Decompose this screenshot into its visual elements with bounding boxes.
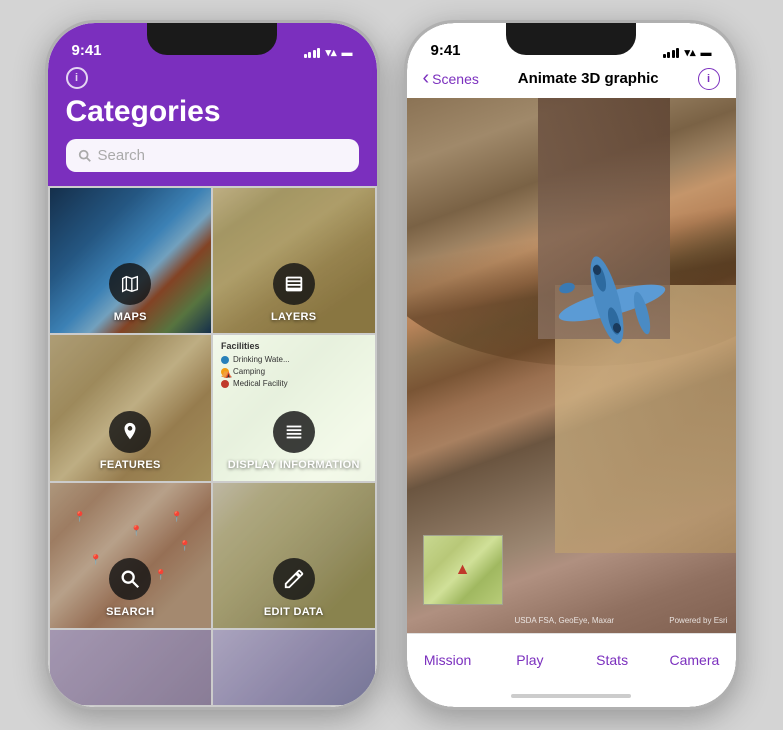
time-right: 9:41	[431, 42, 461, 59]
editdata-icon-wrap	[273, 558, 315, 600]
3d-map-area[interactable]: ▲ USDA FSA, GeoEye, Maxar Powered by Esr…	[407, 98, 736, 633]
home-indicator-right	[407, 685, 736, 707]
category-display-information[interactable]: Facilities Drinking Wate... ⛺ Camping Me…	[213, 335, 375, 480]
animate-3d-screen: 9:41 ▾▴ ▬ ‹ Scenes A	[407, 23, 736, 707]
display-item-2: ⛺ Camping	[221, 367, 367, 376]
attribution-right: Powered by Esri	[669, 616, 727, 625]
tab-camera[interactable]: Camera	[653, 652, 735, 668]
display-icon-wrap	[273, 411, 315, 453]
maps-label: MAPS	[114, 311, 147, 323]
pin-icon	[119, 421, 141, 443]
search-icon	[78, 149, 92, 163]
scene-header: ‹ Scenes Animate 3D graphic i	[407, 67, 736, 98]
features-icon-wrap	[109, 411, 151, 453]
tab-play[interactable]: Play	[489, 652, 571, 668]
wifi-icon: ▾▴	[325, 46, 336, 59]
back-label: Scenes	[432, 71, 479, 87]
category-features[interactable]: FEATURES	[50, 335, 212, 480]
airplane-3d-graphic	[532, 248, 692, 368]
mini-map: ▲	[423, 535, 503, 605]
search-bar[interactable]: Search	[66, 139, 359, 172]
features-label: FEATURES	[100, 459, 161, 471]
category-partial-1[interactable]	[50, 630, 212, 705]
display-label: DISPLAY INFORMATION	[228, 459, 360, 471]
category-search[interactable]: 📍 📍 📍 📍 📍 📍 SEARCH	[50, 483, 212, 628]
layers-label: LAYERS	[271, 311, 316, 323]
layers-icon-wrap	[273, 263, 315, 305]
search-placeholder: Search	[98, 147, 146, 164]
editdata-label: EDIT DATA	[264, 606, 324, 618]
status-icons-left: ▾▴ ▬	[304, 46, 353, 59]
back-button[interactable]: ‹ Scenes	[423, 67, 479, 90]
battery-icon: ▬	[342, 47, 353, 59]
status-bar-right: 9:41 ▾▴ ▬	[407, 23, 736, 67]
search-glass-icon	[119, 568, 141, 590]
categories-grid: MAPS LAYERS	[48, 186, 377, 707]
categories-header: i Categories Search	[48, 67, 377, 186]
signal-icon	[304, 48, 321, 58]
layers-icon	[283, 273, 305, 295]
display-item-3: Medical Facility	[221, 379, 367, 388]
category-edit-data[interactable]: EDIT DATA	[213, 483, 375, 628]
list-icon	[283, 421, 305, 443]
attribution-left: USDA FSA, GeoEye, Maxar	[515, 616, 615, 625]
pencil-icon	[283, 568, 305, 590]
map-attribution: USDA FSA, GeoEye, Maxar Powered by Esri	[507, 616, 736, 625]
status-icons-right: ▾▴ ▬	[663, 46, 712, 59]
search-label: SEARCH	[106, 606, 154, 618]
wifi-icon-right: ▾▴	[684, 46, 695, 59]
signal-icon-right	[663, 48, 680, 58]
bottom-tabs: Mission Play Stats Camera	[407, 633, 736, 685]
category-maps[interactable]: MAPS	[50, 188, 212, 333]
search-icon-wrap	[109, 558, 151, 600]
battery-icon-right: ▬	[701, 47, 712, 59]
tab-mission[interactable]: Mission	[407, 652, 489, 668]
categories-screen: 9:41 ▾▴ ▬ i Categories	[48, 23, 377, 707]
category-layers[interactable]: LAYERS	[213, 188, 375, 333]
tab-stats[interactable]: Stats	[571, 652, 653, 668]
status-bar-left: 9:41 ▾▴ ▬	[48, 23, 377, 67]
airplane-svg	[532, 248, 692, 368]
categories-title: Categories	[66, 95, 359, 129]
back-chevron-icon: ‹	[423, 67, 430, 90]
info-icon-left[interactable]: i	[66, 67, 88, 89]
right-phone: 9:41 ▾▴ ▬ ‹ Scenes A	[404, 20, 739, 710]
category-partial-2[interactable]	[213, 630, 375, 705]
scene-title: Animate 3D graphic	[518, 70, 659, 87]
mini-map-arrow: ▲	[455, 561, 471, 579]
display-item-1: Drinking Wate...	[221, 355, 367, 364]
map-icon	[119, 273, 141, 295]
info-icon-right[interactable]: i	[698, 68, 720, 90]
left-phone: 9:41 ▾▴ ▬ i Categories	[45, 20, 380, 710]
time-left: 9:41	[72, 42, 102, 59]
